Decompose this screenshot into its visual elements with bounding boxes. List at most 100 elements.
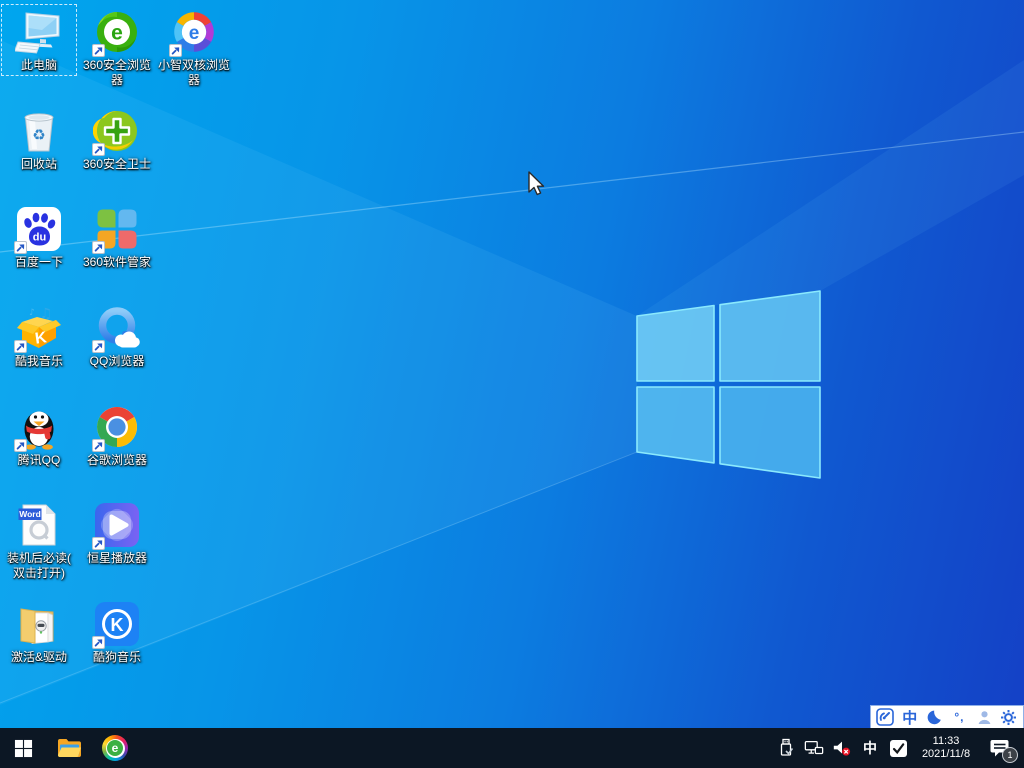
open-folder-icon — [20, 608, 54, 644]
360-tray-icon[interactable] — [888, 736, 908, 760]
icon-label: 恒星播放器 — [86, 551, 147, 565]
notification-count-badge: 1 — [1002, 747, 1018, 763]
shortcut-arrow-icon — [16, 343, 25, 351]
shortcut-arrow-icon — [94, 343, 103, 351]
ime-fullwidth-moon-icon[interactable] — [926, 707, 944, 727]
folder-art — [15, 600, 63, 648]
safe360-art — [92, 107, 141, 156]
svg-text:♪: ♪ — [29, 308, 35, 318]
icon-label: 小智双核浏览 器 — [157, 58, 230, 87]
shortcut-overlay — [169, 44, 182, 57]
icon-label: 百度一下 — [14, 255, 63, 269]
clock-date: 2021/11/8 — [921, 748, 971, 760]
shortcut-overlay — [92, 537, 105, 550]
word-readme-icon: Word — [18, 504, 56, 546]
shortcut-arrow-icon — [94, 442, 103, 450]
taskbar-clock[interactable]: 11:33 2021/11/8 — [916, 735, 976, 761]
shortcut-arrow-icon — [94, 639, 103, 647]
desktop-icon-activation-and-drivers[interactable]: 激活&驱动 — [1, 596, 77, 668]
this-pc-icon — [15, 12, 60, 54]
shortcut-overlay — [92, 44, 105, 57]
recycle-bin-icon: ♻ — [24, 113, 54, 152]
ime-language-bar[interactable]: 中 °, — [870, 705, 1024, 729]
svg-text:♻: ♻ — [32, 126, 45, 144]
desktop-icon-baidu-search[interactable]: du 百度一下 — [1, 201, 77, 273]
desktop-icon-this-pc[interactable]: 此电脑 — [1, 4, 77, 76]
svg-text:e: e — [111, 22, 123, 45]
svg-text:K: K — [111, 615, 124, 635]
shortcut-arrow-icon — [16, 442, 25, 450]
shortcut-arrow-icon — [94, 540, 103, 548]
desktop-icon-kuwo-music[interactable]: ♫ ♪ K 酷我音乐 — [1, 300, 77, 372]
shortcut-overlay — [92, 241, 105, 254]
shortcut-arrow-icon — [94, 146, 103, 154]
icon-label: 酷狗音乐 — [92, 650, 141, 664]
desktop-icon-readme-after-install[interactable]: Word 装机后必读( 双击打开) — [1, 497, 77, 584]
shortcut-overlay — [14, 340, 27, 353]
this-pc-art — [15, 8, 63, 56]
icon-label: 腾讯QQ — [17, 453, 61, 467]
icon-label: QQ浏览器 — [89, 354, 145, 368]
baidu-art: du — [14, 205, 63, 254]
kuwo-art: ♫ ♪ K — [14, 304, 63, 353]
desktop-icon-360-secure-browser[interactable]: e 360安全浏览 器 — [79, 4, 155, 91]
shortcut-arrow-icon — [94, 47, 103, 55]
ime-account-icon[interactable] — [975, 707, 993, 727]
shortcut-overlay — [92, 143, 105, 156]
word-art: Word — [15, 501, 63, 549]
desktop-icon-hengxing-player[interactable]: 恒星播放器 — [79, 497, 155, 569]
icon-label: 回收站 — [20, 157, 57, 171]
shortcut-overlay — [92, 636, 105, 649]
shortcut-overlay — [92, 340, 105, 353]
desktop-icon-360-safeguard[interactable]: 360安全卫士 — [79, 103, 155, 175]
ime-tray-indicator[interactable]: 中 — [860, 736, 880, 760]
360-browser-icon: e — [102, 735, 128, 761]
icon-label: 360软件管家 — [82, 255, 152, 269]
desktop-icon-google-chrome[interactable]: 谷歌浏览器 — [79, 399, 155, 471]
desktop-icon-tencent-qq[interactable]: 腾讯QQ — [1, 399, 77, 471]
mouse-cursor — [528, 171, 545, 196]
action-center-button[interactable]: 1 — [984, 733, 1018, 763]
network-status-icon[interactable] — [804, 736, 824, 760]
icon-label: 装机后必读( 双击打开) — [7, 551, 71, 580]
sw360-art — [92, 205, 141, 254]
shortcut-overlay — [14, 439, 27, 452]
desktop-icon-qq-browser[interactable]: QQ浏览器 — [79, 300, 155, 372]
icon-label: 360安全浏览 器 — [82, 58, 152, 87]
hengxing-art — [92, 501, 141, 550]
desktop-icon-360-software-manager[interactable]: 360软件管家 — [79, 201, 155, 273]
desktop[interactable]: 此电脑 ♻ 回收站 du 百度一下 ♫ ♪ K 酷我音乐 腾讯QQ Word 装… — [0, 0, 1024, 768]
icon-label: 谷歌浏览器 — [86, 453, 147, 467]
icon-label: 激活&驱动 — [10, 650, 67, 664]
volume-muted-icon[interactable] — [832, 736, 852, 760]
ime-status-icon[interactable] — [876, 707, 894, 727]
start-button[interactable] — [0, 728, 46, 768]
ime-punctuation-icon[interactable]: °, — [950, 707, 968, 727]
svg-text:du: du — [33, 232, 46, 244]
se360-art: e — [92, 8, 141, 57]
recycle-bin-art: ♻ — [15, 107, 63, 155]
taskbar-360-browser-button[interactable]: e — [92, 728, 138, 768]
shortcut-overlay — [92, 439, 105, 452]
icon-label: 此电脑 — [20, 58, 57, 72]
system-tray: 中 11:33 2021/11/8 1 — [776, 733, 1024, 763]
chrome-art — [92, 403, 141, 452]
taskbar-file-explorer-button[interactable] — [46, 728, 92, 768]
qq-art — [14, 403, 63, 452]
qqbrowser-art — [92, 304, 141, 353]
ime-settings-gear-icon[interactable] — [1000, 707, 1018, 727]
shortcut-arrow-icon — [171, 47, 180, 55]
desktop-icon-kugou-music[interactable]: K 酷狗音乐 — [79, 596, 155, 668]
kugou-art: K — [92, 600, 141, 649]
svg-text:Word: Word — [19, 509, 41, 519]
icon-label: 360安全卫士 — [82, 157, 152, 171]
ime-chinese-mode-icon[interactable]: 中 — [901, 707, 919, 727]
shortcut-overlay — [14, 241, 27, 254]
desktop-icon-recycle-bin[interactable]: ♻ 回收站 — [1, 103, 77, 175]
desktop-icon-xiaozhi-dual-core-browser[interactable]: e 小智双核浏览 器 — [156, 4, 232, 91]
taskbar: e 中 11:33 2021/11/8 1 — [0, 728, 1024, 768]
usb-device-icon[interactable] — [776, 736, 796, 760]
xiaozhi-art: e — [169, 8, 218, 57]
shortcut-arrow-icon — [94, 244, 103, 252]
icon-label: 酷我音乐 — [14, 354, 63, 368]
